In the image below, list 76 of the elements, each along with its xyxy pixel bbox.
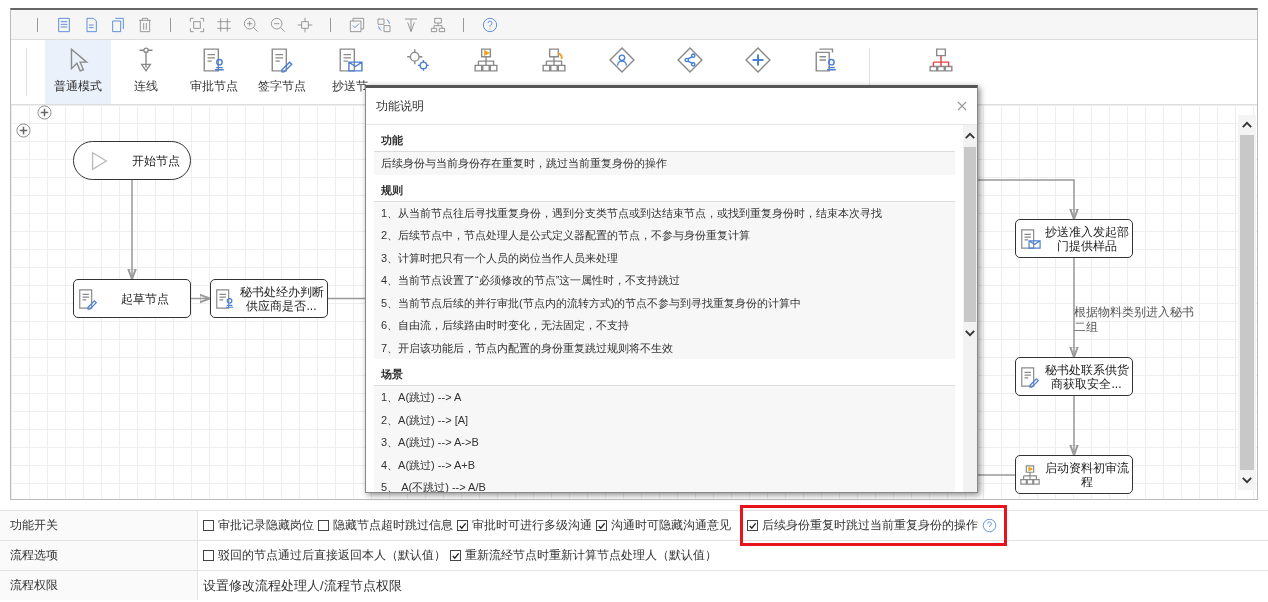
section-text: 1、A(跳过) --> A (380, 390, 463, 405)
hierarchy-icon (1019, 463, 1041, 486)
diamond-plus-icon (745, 47, 771, 73)
node-label: 启动资料初审流程 (1043, 460, 1130, 489)
node-label: 开始节点 (130, 153, 181, 168)
option-label: 隐藏节点超时跳过信息 (333, 517, 453, 534)
help-icon[interactable] (982, 518, 997, 533)
connector (1069, 395, 1079, 456)
section-text: 3、A(跳过) --> A->B (380, 435, 480, 450)
hierarchy-icon (473, 47, 499, 73)
checkbox-icon[interactable] (348, 16, 365, 33)
scrollbar[interactable] (963, 125, 977, 492)
connector (190, 293, 211, 304)
section-text: 2、后续节点中，节点处理人是公式定义器配置的节点，不参与身份重复计算 (380, 228, 752, 243)
flow-node[interactable]: 起草节点 (73, 279, 191, 318)
section-text: 5、当前节点后续的并行审批(节点内的流转方式)的节点不参与到寻找重复身份的计算中 (380, 295, 803, 311)
checkbox[interactable] (596, 520, 607, 531)
org-chart-icon (928, 47, 954, 73)
diamond-share-icon (677, 47, 703, 73)
section-text: 6、自由流，后续路由时时变化，无法固定，不支持 (380, 318, 631, 333)
section-text: 3、计算时把只有一个人员的岗位当作人员来处理 (380, 250, 620, 266)
setting-value[interactable]: 设置修改流程处理人/流程节点权限 (203, 576, 402, 595)
section-text: 7、开启该功能后，节点内配置的身份重复跳过规则将不生效 (380, 340, 675, 356)
flow-node[interactable]: 抄送准入发起部门提供样品 (1015, 219, 1133, 258)
help-icon[interactable] (481, 16, 498, 33)
option-label: 驳回的节点通过后直接返回本人（默认值） (218, 547, 446, 564)
hierarchy-icon (541, 47, 567, 73)
node-label: 秘书处联系供货商获取安全... (1043, 362, 1130, 391)
section-text: 后续身份与当前身份存在重复时，跳过当前重复身份的操作 (380, 156, 668, 171)
node-label: 起草节点 (119, 291, 170, 306)
tool-button[interactable]: 普通模式 (45, 40, 111, 104)
setting-label: 流程权限 (0, 571, 198, 600)
zoom-in-icon[interactable] (242, 16, 259, 33)
flow-node[interactable]: 秘书处经办判断供应商是否... (210, 279, 328, 318)
close-icon[interactable] (957, 101, 967, 111)
section-text: 1、从当前节点往后寻找重复身份，遇到分支类节点或到达结束节点，或找到重复身份时，结束本次寻找 (380, 205, 884, 221)
tool-button[interactable]: 签字节点 (249, 40, 315, 104)
tool-button[interactable]: 连线 (113, 40, 179, 104)
diamond-person-icon (609, 47, 635, 73)
option-label: 后续身份重复时跳过当前重复身份的操作 (762, 517, 978, 534)
node-label: 抄送准入发起部门提供样品 (1043, 224, 1130, 253)
stamp-documents-icon (813, 47, 839, 73)
envelope-document-icon (1019, 227, 1041, 250)
option-label: 重新流经节点时重新计算节点处理人（默认值） (465, 547, 717, 564)
stamp-document-icon (201, 47, 227, 73)
flow-node[interactable]: 开始节点 (73, 141, 191, 180)
dialog-title: 功能说明 (376, 97, 424, 115)
zoom-out-icon[interactable] (269, 16, 286, 33)
option-label: 沟通时可隐藏沟通意见 (611, 517, 731, 534)
setting-label: 功能开关 (0, 511, 198, 540)
section-text: 4、当前节点设置了“必须修改的节点”这一属性时，不支持跳过 (380, 273, 682, 288)
stamp-document-icon (214, 287, 236, 310)
checkbox[interactable] (203, 550, 214, 561)
setting-label: 流程选项 (0, 541, 198, 570)
flow-node[interactable]: 启动资料初审流程 (1015, 455, 1133, 494)
option-label: 审批记录隐藏岗位 (218, 517, 314, 534)
add-icon[interactable] (37, 105, 52, 120)
checkbox[interactable] (203, 520, 214, 531)
section-text: 4、A(跳过) --> A+B (380, 457, 477, 473)
section-text: 2、A(跳过) --> [A] (380, 412, 470, 428)
flow-node[interactable]: 秘书处联系供货商获取安全... (1015, 357, 1133, 396)
section-heading: 规则 (374, 176, 955, 202)
checkbox[interactable] (450, 550, 461, 561)
tool-button[interactable]: 审批节点 (181, 40, 247, 104)
envelope-document-icon (337, 47, 363, 73)
scrollbar[interactable] (1238, 115, 1256, 490)
pen-document-icon (1019, 365, 1041, 388)
checkbox[interactable] (457, 520, 468, 531)
checkbox[interactable] (747, 520, 758, 531)
edge-label: 根据物料类别进入秘书二组 (1074, 305, 1195, 335)
checkbox[interactable] (318, 520, 329, 531)
add-icon[interactable] (16, 123, 31, 138)
pen-document-icon (77, 287, 99, 310)
option-label: 审批时可进行多级沟通 (472, 517, 592, 534)
pen-document-icon (269, 47, 295, 73)
node-label: 秘书处经办判断供应商是否... (238, 284, 325, 313)
